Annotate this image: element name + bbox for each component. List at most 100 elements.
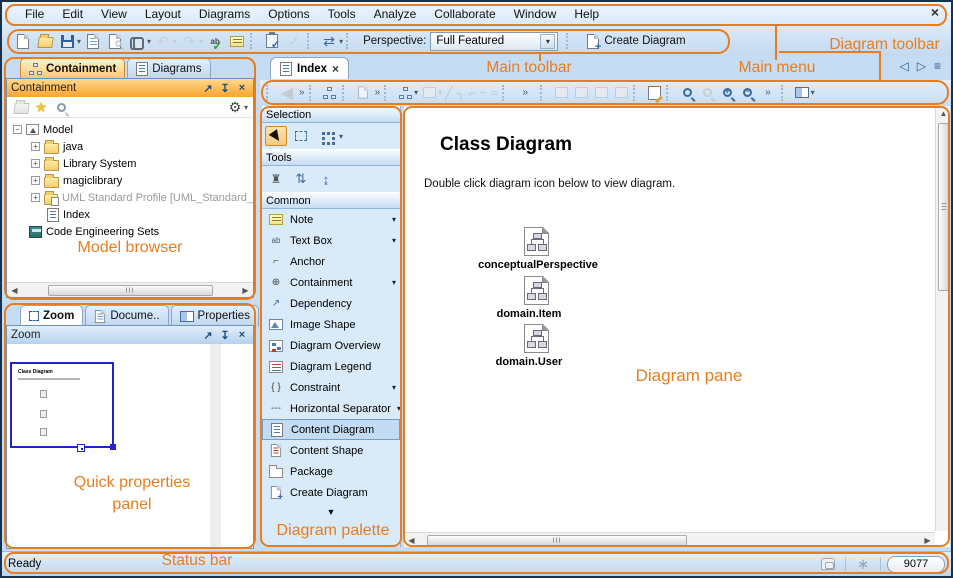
palette-item-note[interactable]: Note ▾ (262, 209, 400, 230)
scroll-right-icon[interactable]: ▶ (238, 283, 253, 298)
tree-node-code-engineering-sets[interactable]: Code Engineering Sets (7, 223, 253, 240)
diagram-icon-domain-item[interactable] (524, 276, 549, 305)
layout-dropdown-icon[interactable]: ▾ (414, 88, 418, 97)
menu-help[interactable]: Help (565, 4, 608, 24)
browser-hscrollbar[interactable]: ◀ ▶ (7, 282, 253, 297)
palette-section-common[interactable]: Common (262, 192, 400, 209)
pin-icon[interactable]: ↧ (218, 81, 232, 95)
close-tab-icon[interactable]: × (332, 62, 339, 76)
line-style-icon[interactable]: ≈ (491, 86, 498, 100)
palette-item-content-shape[interactable]: Content Shape (262, 440, 400, 461)
undo-button[interactable]: ↶ (153, 31, 173, 51)
palette-item-dependency[interactable]: ↗ Dependency (262, 293, 400, 314)
open-project-button[interactable] (35, 31, 55, 51)
line-style-icon[interactable]: ~ (480, 86, 487, 100)
close-icon[interactable]: × (931, 5, 939, 19)
layout-button[interactable] (396, 84, 414, 102)
palette-item-containment[interactable]: ⊕ Containment ▾ (262, 272, 400, 293)
zoom-in-button[interactable]: + (718, 84, 736, 102)
tab-containment[interactable]: Containment (20, 58, 126, 79)
save-button[interactable] (57, 31, 77, 51)
expand-icon[interactable]: + (31, 142, 40, 151)
expand-icon[interactable]: + (31, 176, 40, 185)
prev-tab-icon[interactable]: ◁ (900, 59, 909, 73)
zoom-region-button[interactable] (678, 84, 696, 102)
line-style-icon[interactable]: ┐ (456, 86, 465, 100)
search-button[interactable] (52, 98, 70, 116)
palette-section-tools[interactable]: Tools (262, 149, 400, 166)
menu-analyze[interactable]: Analyze (365, 4, 426, 24)
chevron-icon[interactable]: » (375, 87, 381, 98)
expand-icon[interactable]: + (31, 193, 40, 202)
notification-button[interactable] (817, 558, 839, 570)
tree-node-model[interactable]: − Model (7, 121, 253, 138)
zoom-viewport-rect[interactable]: Class Diagram (10, 362, 116, 450)
chevron-down-icon[interactable]: ▾ (392, 383, 396, 392)
palette-item-create-diagram[interactable]: Create Diagram (262, 482, 400, 503)
scroll-left-icon[interactable]: ◀ (7, 283, 22, 298)
palette-item-package[interactable]: Package (262, 461, 400, 482)
diagram-pane[interactable]: Class Diagram Double click diagram icon … (404, 106, 950, 547)
palette-item-horizontal-separator[interactable]: --- Horizontal Separator ▾ (262, 398, 400, 419)
save-dropdown-icon[interactable]: ▾ (77, 37, 81, 46)
resize-handle[interactable] (110, 444, 116, 450)
pin-icon[interactable]: ↧ (218, 328, 232, 342)
palette-item-image-shape[interactable]: Image Shape (262, 314, 400, 335)
palette-item-text-box[interactable]: ab Text Box ▾ (262, 230, 400, 251)
shape-button[interactable] (612, 84, 630, 102)
scroll-thumb[interactable] (427, 534, 687, 546)
tree-node-library-system[interactable]: + Library System (7, 155, 253, 172)
comment-button[interactable] (227, 31, 247, 51)
palette-item-content-diagram[interactable]: Content Diagram (262, 419, 400, 440)
open-in-button[interactable] (12, 98, 30, 116)
perspective-select[interactable]: Full Featured ▾ (430, 31, 559, 51)
menu-view[interactable]: View (92, 4, 136, 24)
tree-node-java[interactable]: + java (7, 138, 253, 155)
close-icon[interactable]: × (235, 81, 249, 95)
palette-section-selection[interactable]: Selection (262, 106, 400, 123)
line-style-icon[interactable]: ╱ (445, 86, 452, 100)
validate-button[interactable] (262, 31, 282, 51)
diagram-icon-domain-user[interactable] (524, 324, 549, 353)
diagram-options-button[interactable] (645, 84, 663, 102)
tab-zoom[interactable]: Zoom (20, 305, 84, 326)
transfer-dropdown-icon[interactable]: ▾ (339, 37, 343, 46)
chevron-icon[interactable]: » (523, 87, 529, 98)
menu-options[interactable]: Options (259, 4, 318, 24)
chevron-down-icon[interactable]: ▾ (540, 33, 556, 49)
resize-handle[interactable] (77, 444, 85, 452)
chevron-down-icon[interactable]: ▾ (397, 404, 400, 413)
zoom-out-button[interactable]: − (738, 84, 756, 102)
selection-dropdown-icon[interactable]: ▾ (339, 132, 343, 141)
menu-window[interactable]: Window (505, 4, 566, 24)
select-tool-button[interactable] (265, 126, 287, 146)
palette-scroll-down-icon[interactable]: ▼ (262, 507, 400, 517)
chevron-icon[interactable]: » (765, 87, 771, 98)
expand-icon[interactable]: + (31, 159, 40, 168)
menu-diagrams[interactable]: Diagrams (190, 4, 259, 24)
zoom-selection-button[interactable] (698, 84, 716, 102)
tab-documentation[interactable]: Docume.. (85, 305, 169, 326)
new-project-button[interactable] (13, 31, 33, 51)
scroll-right-icon[interactable]: ▶ (920, 533, 935, 548)
chevron-down-icon[interactable]: ▾ (392, 215, 396, 224)
tree-node-magiclibrary[interactable]: + magiclibrary (7, 172, 253, 189)
chevron-down-icon[interactable]: ▾ (392, 236, 396, 245)
tree-node-uml-standard-profile[interactable]: + UML Standard Profile [UML_Standard_ (7, 189, 253, 206)
print-preview-button[interactable] (105, 31, 125, 51)
transfer-button[interactable]: ⇄ (319, 31, 339, 51)
scroll-left-icon[interactable]: ◀ (404, 533, 419, 548)
collapse-icon[interactable]: − (13, 125, 22, 134)
tree-node-index[interactable]: Index (7, 206, 253, 223)
memory-monitor-button[interactable]: 9077 (887, 555, 945, 573)
tab-diagrams[interactable]: Diagrams (127, 58, 211, 79)
paste-button[interactable] (354, 84, 372, 102)
create-diagram-button[interactable]: Create Diagram (587, 33, 686, 53)
line-style-icon[interactable]: ⌐ (469, 86, 476, 100)
menu-collaborate[interactable]: Collaborate (425, 4, 504, 24)
window-layout-dropdown-icon[interactable]: ▾ (811, 88, 815, 97)
image-button[interactable] (592, 84, 610, 102)
find-dropdown-icon[interactable]: ▾ (147, 37, 151, 46)
menu-edit[interactable]: Edit (53, 4, 92, 24)
palette-item-anchor[interactable]: ⌐ Anchor (262, 251, 400, 272)
